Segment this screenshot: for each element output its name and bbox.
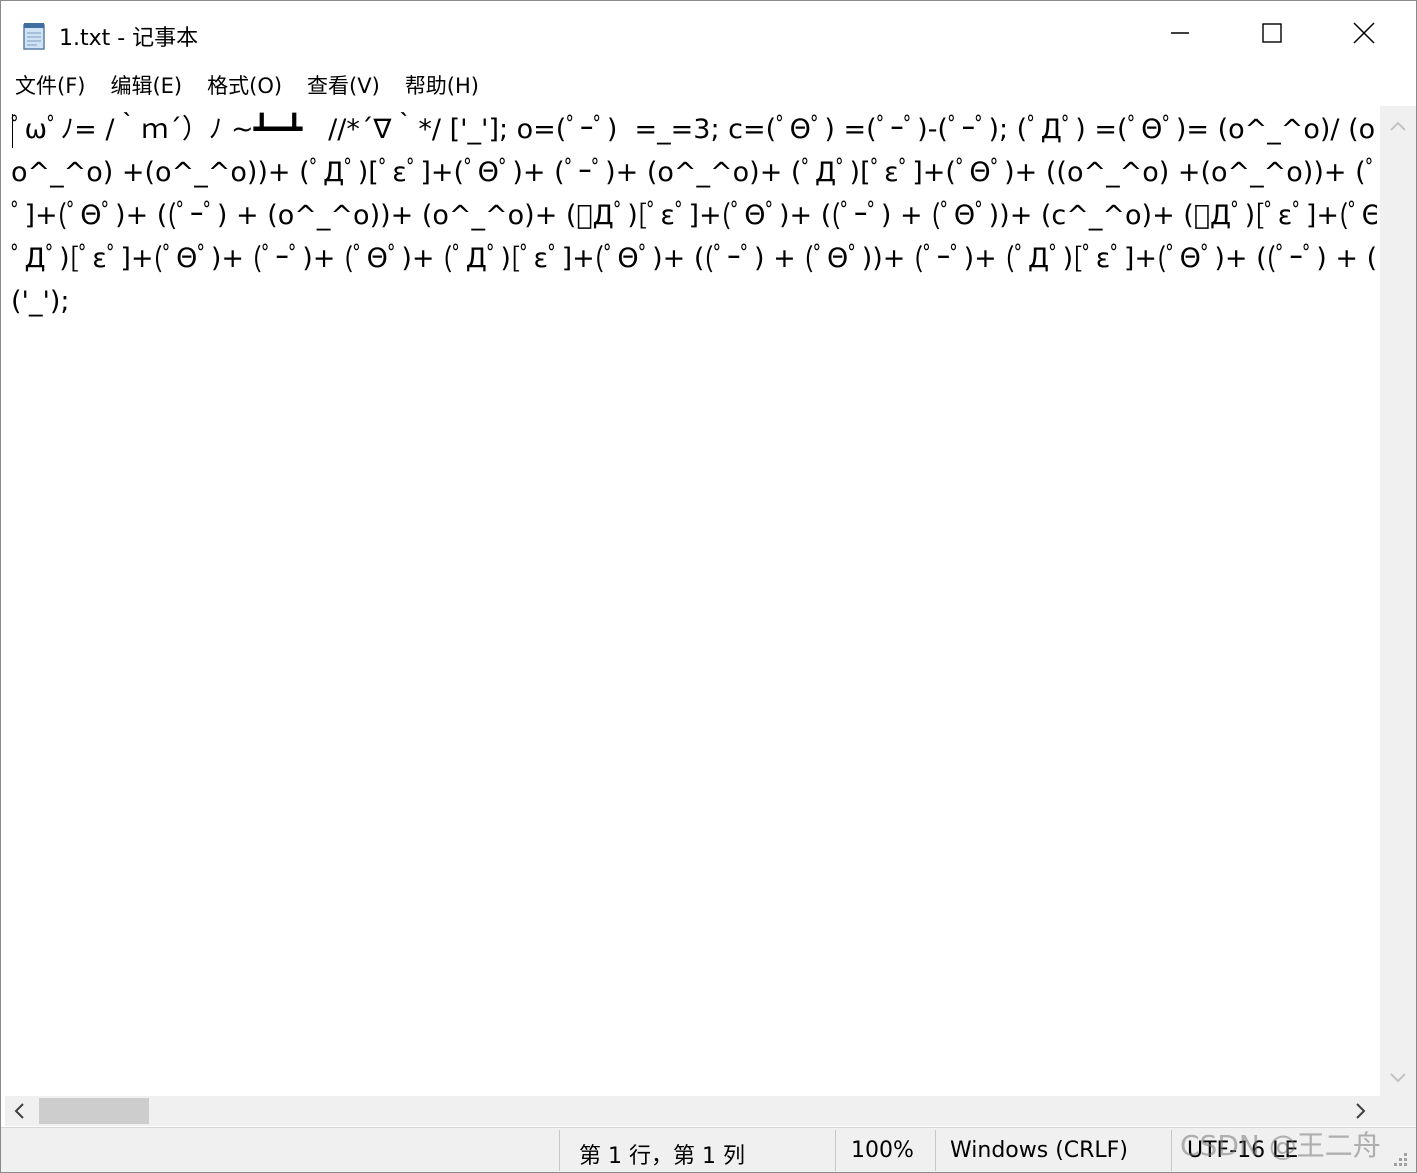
close-icon — [1353, 22, 1375, 44]
scroll-right-icon[interactable] — [1351, 1102, 1369, 1120]
watermark: CSDN @王二舟 — [1180, 1129, 1381, 1162]
vertical-scrollbar[interactable] — [1380, 106, 1416, 1096]
text-line: ﾟωﾟﾉ= /｀ｍ´）ﾉ ~┻━┻ //*´∇｀*/ ['_']; o=(ﾟｰﾟ… — [11, 114, 1377, 145]
resize-grip-icon[interactable] — [1389, 1150, 1409, 1168]
menu-help[interactable]: 帮助(H) — [391, 70, 490, 100]
scroll-down-icon[interactable] — [1389, 1068, 1407, 1086]
scroll-up-icon[interactable] — [1389, 118, 1407, 136]
scrollbar-corner — [1380, 1096, 1416, 1126]
text-line: ﾟДﾟ)[ﾟεﾟ]+(ﾟΘﾟ)+ (ﾟｰﾟ)+ (ﾟΘﾟ)+ (ﾟДﾟ)[ﾟεﾟ… — [11, 243, 1377, 274]
cursor-position: 第 1 行，第 1 列 — [579, 1144, 745, 1169]
notepad-icon — [21, 21, 49, 51]
scroll-left-icon[interactable] — [11, 1102, 29, 1120]
close-button[interactable] — [1318, 1, 1410, 65]
zoom-level: 100% — [851, 1138, 914, 1163]
horizontal-scrollbar[interactable] — [5, 1096, 1380, 1126]
menu-edit[interactable]: 编辑(E) — [96, 70, 193, 100]
maximize-icon — [1262, 23, 1282, 43]
notepad-window: 1.txt - 记事本 文件(F) 编辑(E) 格式(O) 查看(V) 帮助(H… — [0, 0, 1417, 1173]
menu-bar: 文件(F) 编辑(E) 格式(O) 查看(V) 帮助(H) — [1, 65, 1416, 105]
status-divider — [935, 1130, 936, 1171]
status-divider — [835, 1130, 836, 1171]
minimize-icon — [1170, 23, 1190, 43]
status-divider — [1171, 1130, 1172, 1171]
horizontal-scroll-thumb[interactable] — [39, 1098, 149, 1124]
text-line: ﾟ]+(ﾟΘﾟ)+ ((ﾟｰﾟ) + (o^_^o))+ (o^_^o)+ (ﾟ… — [11, 200, 1377, 231]
menu-format[interactable]: 格式(O) — [193, 70, 293, 100]
menu-view[interactable]: 查看(V) — [293, 70, 391, 100]
title-bar[interactable]: 1.txt - 记事本 — [1, 1, 1416, 65]
menu-file[interactable]: 文件(F) — [1, 70, 96, 100]
minimize-button[interactable] — [1134, 1, 1226, 65]
text-line: ('_'); — [11, 286, 70, 317]
text-editor[interactable]: ﾟωﾟﾉ= /｀ｍ´）ﾉ ~┻━┻ //*´∇｀*/ ['_']; o=(ﾟｰﾟ… — [5, 106, 1380, 1096]
status-divider — [559, 1130, 560, 1171]
maximize-button[interactable] — [1226, 1, 1318, 65]
window-title: 1.txt - 记事本 — [59, 26, 199, 51]
line-ending: Windows (CRLF) — [950, 1138, 1128, 1163]
text-line: o^_^o) +(o^_^o))+ (ﾟДﾟ)[ﾟεﾟ]+(ﾟΘﾟ)+ (ﾟｰﾟ… — [11, 157, 1377, 188]
